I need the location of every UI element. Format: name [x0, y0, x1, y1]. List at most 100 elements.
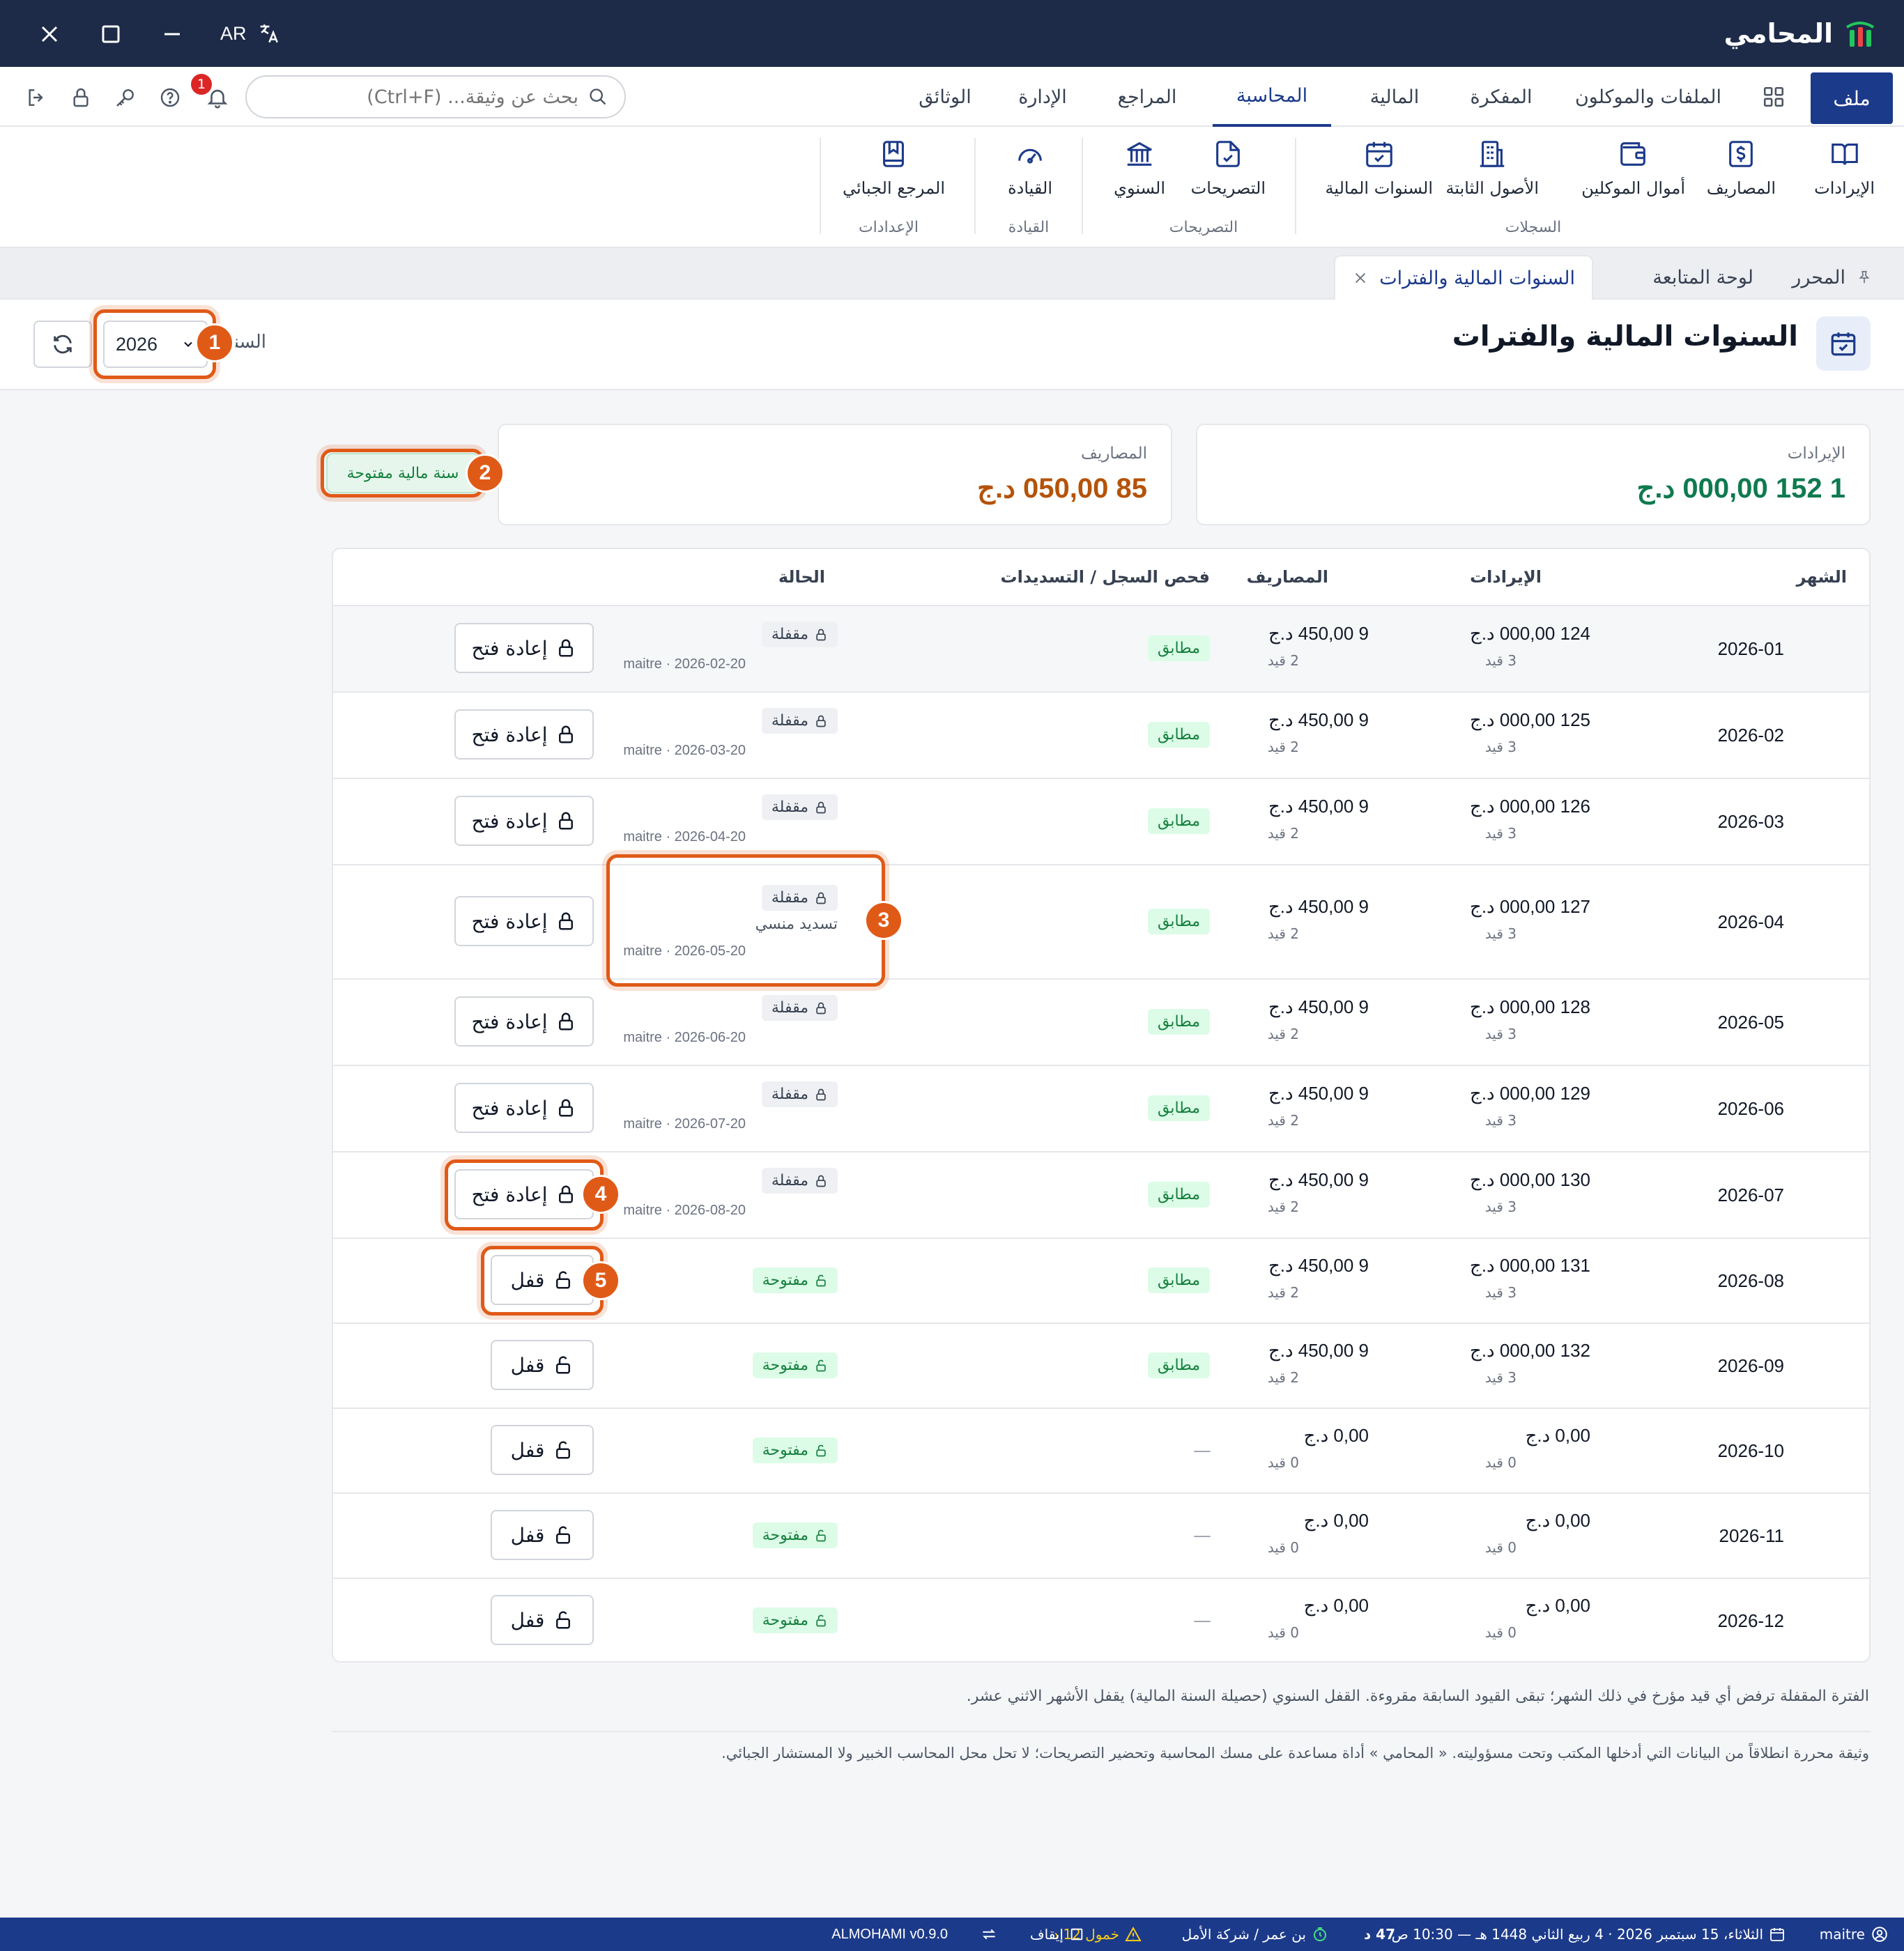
reopen-button[interactable]: إعادة فتح [454, 796, 594, 846]
row-status-open: مفتوحة [752, 1607, 838, 1633]
row-month: 2026-11 [1719, 1525, 1785, 1546]
help-button[interactable] [155, 82, 185, 113]
table-row: 2026-02 125 000,00 د.ج 3 قيد 9 450,00 د.ج 2 … [333, 693, 1869, 779]
row-status-locked: مقفلة [761, 995, 838, 1021]
row-revenue-entries: 3 قيد [1484, 1112, 1517, 1129]
row-status-label: مقفلة [771, 712, 808, 730]
lock-button[interactable]: قفل [491, 1595, 594, 1645]
row-status-locked: مقفلة [761, 794, 838, 820]
reopen-button[interactable]: إعادة فتح [454, 996, 594, 1047]
row-status-label: مفتوحة [762, 1272, 808, 1289]
year-label: السنة [236, 332, 266, 353]
status-user[interactable]: maitre [1820, 1918, 1889, 1951]
reopen-button[interactable]: إعادة فتح [454, 896, 594, 946]
tab-references[interactable]: المراجع [1104, 67, 1190, 127]
refresh-button[interactable] [33, 321, 92, 368]
tab-documents[interactable]: الوثائق [905, 67, 985, 127]
row-check-badge: مطابق [1147, 722, 1210, 748]
calendar-check-icon [1362, 137, 1397, 171]
minimize-icon [164, 33, 180, 36]
minimize-button[interactable] [155, 17, 190, 52]
row-status-open: مفتوحة [752, 1522, 838, 1548]
lock-icon [814, 628, 828, 642]
close-icon [41, 26, 58, 43]
reopen-button-label: إعادة فتح [471, 636, 548, 660]
status-amount: 47 د [1363, 1926, 1395, 1943]
tab-fiscal-years-label: السنوات المالية والفترات [1379, 267, 1575, 289]
ribbon-label: الأصول الثابتة [1445, 178, 1539, 198]
row-expenses-entries: 2 قيد [1267, 1369, 1299, 1386]
row-revenue: 127 000,00 د.ج [1470, 896, 1590, 917]
tab-editor[interactable]: المحرر [1792, 255, 1872, 300]
revenue-card: الإيرادات 1 152 000,00 د.ج [1196, 424, 1871, 525]
building-icon [1475, 137, 1510, 171]
ribbon-fiscal-years[interactable]: السنوات المالية [1325, 137, 1433, 213]
sync-icon [983, 1929, 995, 1940]
row-expenses: 0,00 د.ج [1303, 1425, 1369, 1446]
tab-administration[interactable]: الإدارة [1002, 67, 1083, 127]
ribbon-client-funds[interactable]: أموال الموكلين [1581, 137, 1685, 213]
ribbon-expenses[interactable]: المصاريف [1707, 137, 1776, 213]
app-logo: المحامي [1724, 13, 1876, 54]
ribbon-fixed-assets[interactable]: الأصول الثابتة [1445, 137, 1539, 213]
reopen-button[interactable]: إعادة فتح [454, 623, 594, 673]
annotation-2-marker: 2 [466, 454, 505, 493]
lock-button[interactable]: قفل [491, 1510, 594, 1560]
language-switch[interactable]: AR [220, 18, 280, 49]
ribbon-label: السنوي [1114, 178, 1165, 198]
status-bar: maitre الثلاثاء، 15 سبتمبر 2026 · 4 ربيع… [0, 1918, 1904, 1951]
table-row: 2026-03 126 000,00 د.ج 3 قيد 9 450,00 د.ج 2 … [333, 779, 1869, 865]
row-status-label: مقفلة [771, 1086, 808, 1103]
unlock-icon [814, 1359, 828, 1373]
lock-app-button[interactable] [66, 82, 96, 113]
tab-diary[interactable]: المفكرة [1462, 67, 1540, 127]
lock-button[interactable]: قفل [491, 1340, 594, 1390]
row-revenue-entries: 3 قيد [1484, 1369, 1517, 1386]
file-menu-button[interactable]: ملف [1811, 72, 1893, 124]
row-revenue: 131 000,00 د.ج [1470, 1255, 1590, 1276]
reopen-button-label: إعادة فتح [471, 1010, 548, 1033]
logout-button[interactable] [21, 82, 52, 113]
tab-accounting[interactable]: المحاسبة [1213, 67, 1331, 127]
lock-button[interactable]: قفل [491, 1425, 594, 1475]
ribbon-dashboard[interactable]: القيادة [1008, 137, 1052, 213]
tab-fiscal-years[interactable]: السنوات المالية والفترات [1334, 255, 1593, 300]
tab-files-clients[interactable]: الملفات والموكلون [1571, 67, 1726, 127]
status-client[interactable]: بن عمر / شركة الأمل [1182, 1918, 1328, 1951]
ribbon-revenue[interactable]: الإيرادات [1814, 137, 1875, 213]
maximize-button[interactable] [93, 17, 128, 52]
revenue-total: 1 152 000,00 د.ج [1636, 473, 1845, 504]
table-row: 2026-10 0,00 د.ج 0 قيد 0,00 د.ج 0 قيد — مفتوحة… [333, 1409, 1869, 1494]
pause-button[interactable]: إيقاف [1030, 1918, 1084, 1951]
lock-icon [555, 911, 576, 932]
row-status-locked: مقفلة [761, 622, 838, 647]
translate-icon [260, 24, 278, 43]
search-input[interactable] [263, 86, 578, 108]
sync-button[interactable] [980, 1918, 998, 1951]
reopen-button[interactable]: إعادة فتح [454, 709, 594, 759]
lock-icon [553, 1440, 574, 1460]
expenses-total: 85 050,00 د.ج [977, 473, 1147, 504]
lock-button-label: قفل [510, 1438, 545, 1462]
close-tab-icon[interactable] [1353, 270, 1368, 286]
refresh-icon [54, 334, 72, 354]
tab-finance[interactable]: المالية [1356, 67, 1433, 127]
reopen-button-label: إعادة فتح [471, 909, 548, 933]
group-records: السجلات [1505, 219, 1562, 236]
close-window-button[interactable] [32, 17, 67, 52]
row-revenue: 0,00 د.ج [1525, 1510, 1590, 1531]
ribbon-annual[interactable]: السنوي [1114, 137, 1165, 213]
ribbon-declarations[interactable]: التصريحات [1191, 137, 1266, 213]
row-expenses: 9 450,00 د.ج [1268, 1083, 1369, 1104]
table-row: 2026-01 124 000,00 د.ج 3 قيد 9 450,00 د.ج 2 … [333, 606, 1869, 693]
reopen-button[interactable]: إعادة فتح [454, 1083, 594, 1133]
row-check-badge: مطابق [1147, 808, 1210, 834]
row-status-label: مقفلة [771, 1172, 808, 1189]
apps-grid-button[interactable] [1762, 85, 1786, 109]
tab-dashboard[interactable]: لوحة المتابعة [1652, 255, 1753, 300]
row-expenses-entries: 2 قيد [1267, 739, 1299, 755]
ribbon-label: التصريحات [1190, 178, 1266, 198]
keys-button[interactable] [110, 82, 141, 113]
ribbon-tax-reference[interactable]: المرجع الجبائي [843, 137, 945, 213]
search-box[interactable] [245, 75, 626, 118]
